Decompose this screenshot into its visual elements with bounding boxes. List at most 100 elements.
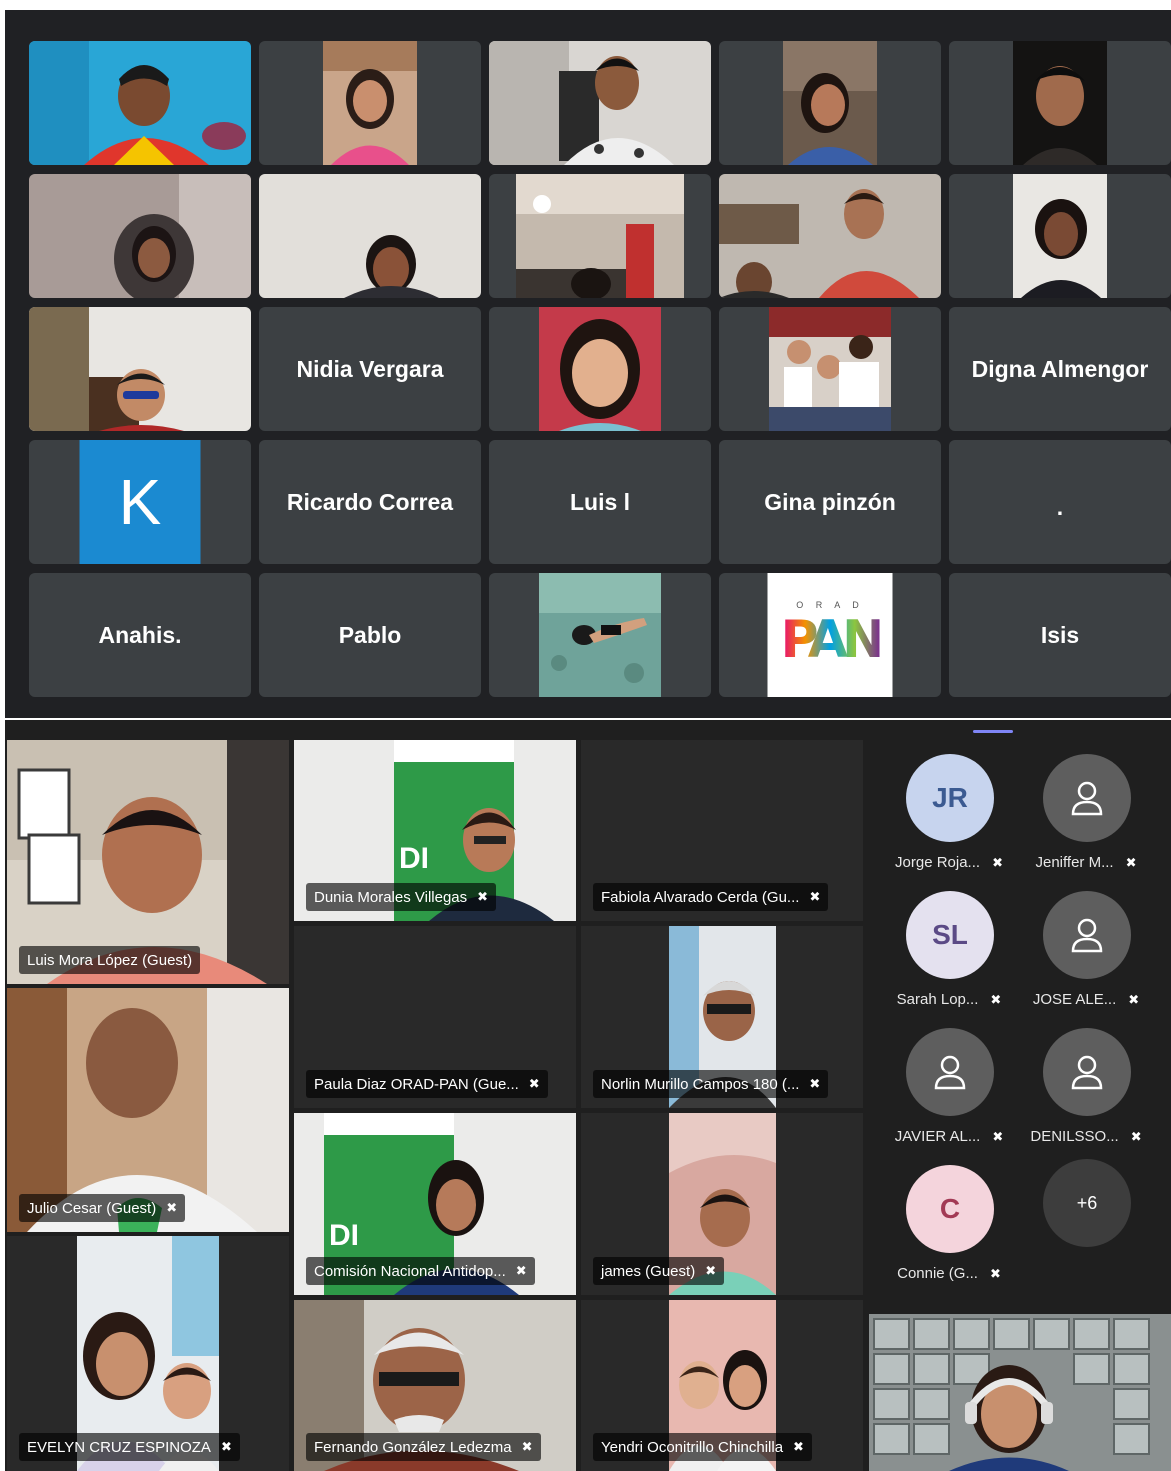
person-name: Jorge Roja... xyxy=(895,854,981,871)
svg-text:DI: DI xyxy=(329,1219,359,1252)
person-jeniffer-m[interactable]: Jeniffer M... ✖ xyxy=(1021,742,1151,872)
participant-label: Yendri Oconitrillo Chinchilla ✖ xyxy=(593,1433,812,1461)
participant-label: Norlin Murillo Campos 180 (... ✖ xyxy=(593,1070,829,1098)
panel-resize-handle[interactable] xyxy=(973,730,1013,733)
participant-name: Fernando González Ledezma xyxy=(314,1438,512,1456)
person-icon xyxy=(1071,918,1103,953)
participant-avatar-letter: K xyxy=(79,440,201,564)
video-tile-james[interactable]: james (Guest) ✖ xyxy=(581,1113,863,1295)
video-tile-yendri-oconitrillo[interactable]: Yendri Oconitrillo Chinchilla ✖ xyxy=(581,1300,863,1471)
mic-muted-icon: ✖ xyxy=(793,1439,804,1454)
participant-video xyxy=(259,174,481,298)
participant-tile-dot[interactable]: . xyxy=(949,440,1171,564)
self-view-video[interactable] xyxy=(869,1314,1171,1471)
participant-tile[interactable] xyxy=(949,41,1171,165)
mic-muted-icon: ✖ xyxy=(515,1263,527,1278)
mic-muted-icon: ✖ xyxy=(220,1439,232,1454)
person-name: Sarah Lop... xyxy=(896,991,979,1008)
participant-tile-pablo[interactable]: Pablo xyxy=(259,573,481,697)
more-participants-button[interactable]: +6 xyxy=(1021,1147,1151,1277)
person-name-row: Connie (G... ✖ xyxy=(884,1265,1014,1282)
mic-muted-icon: ✖ xyxy=(477,889,489,904)
participant-tile-orad-pan[interactable]: O R A D PAN xyxy=(719,573,941,697)
video-tile-evelyn-cruz[interactable]: EVELYN CRUZ ESPINOZA ✖ xyxy=(7,1236,289,1471)
participant-tile[interactable] xyxy=(719,41,941,165)
person-name: Jeniffer M... xyxy=(1035,854,1114,871)
video-tile-fernando-gonzalez[interactable]: Fernando González Ledezma ✖ xyxy=(294,1300,576,1471)
participant-video xyxy=(1013,41,1107,165)
person-name: JOSE ALE... xyxy=(1032,991,1117,1008)
participant-video xyxy=(783,41,877,165)
participant-tile[interactable] xyxy=(29,174,251,298)
svg-text:DI: DI xyxy=(399,842,429,875)
participant-avatar-photo xyxy=(539,573,661,697)
participant-tile-nidia-vergara[interactable]: Nidia Vergara xyxy=(259,307,481,431)
person-name: Connie (G... xyxy=(897,1265,978,1282)
person-avatar: SL xyxy=(906,891,994,979)
mic-muted-icon: ✖ xyxy=(166,1200,178,1215)
participant-tile-ricardo-correa[interactable]: Ricardo Correa xyxy=(259,440,481,564)
participant-label: Julio Cesar (Guest) ✖ xyxy=(19,1194,186,1222)
teams-meeting-panel: Luis Mora López (Guest) Julio Cesar (Gue… xyxy=(5,720,1171,1471)
participant-name: Ricardo Correa xyxy=(286,488,454,515)
participant-video xyxy=(489,41,711,165)
person-name-row: JOSE ALE... ✖ xyxy=(1021,991,1151,1008)
participant-tile[interactable] xyxy=(719,174,941,298)
participant-name: Yendri Oconitrillo Chinchilla xyxy=(601,1438,784,1456)
video-tile-paula-diaz[interactable]: Paula Diaz ORAD-PAN (Gue... ✖ xyxy=(294,926,576,1108)
participant-tile[interactable] xyxy=(259,41,481,165)
participant-name: Comisión Nacional Antidop... xyxy=(314,1262,506,1280)
participant-avatar-photo xyxy=(539,307,661,431)
participant-tile[interactable] xyxy=(489,174,711,298)
participant-tile-anahis[interactable]: Anahis. xyxy=(29,573,251,697)
orad-pan-logo: O R A D PAN xyxy=(767,573,893,697)
logo-top-text: O R A D xyxy=(796,600,864,610)
video-tile-luis-mora[interactable]: Luis Mora López (Guest) xyxy=(7,740,289,984)
participant-tile-gina-pinzon[interactable]: Gina pinzón xyxy=(719,440,941,564)
participant-video xyxy=(516,174,684,298)
participant-tile-k[interactable]: K xyxy=(29,440,251,564)
video-tile-dunia-morales[interactable]: DI Dunia Morales Villegas ✖ xyxy=(294,740,576,921)
participant-tile[interactable] xyxy=(489,573,711,697)
participant-label: EVELYN CRUZ ESPINOZA ✖ xyxy=(19,1433,240,1461)
person-name-row: Jorge Roja... ✖ xyxy=(884,854,1014,871)
person-connie[interactable]: C Connie (G... ✖ xyxy=(884,1153,1014,1283)
participant-name: Paula Diaz ORAD-PAN (Gue... xyxy=(314,1075,519,1093)
participant-video xyxy=(29,41,251,165)
meet-participant-grid: Nidia Vergara Digna Almengor K Ricardo C… xyxy=(5,10,1171,718)
participant-tile[interactable] xyxy=(489,41,711,165)
person-javier-al[interactable]: JAVIER AL... ✖ xyxy=(884,1016,1014,1146)
participant-name: Julio Cesar (Guest) xyxy=(27,1199,157,1217)
participant-name: Norlin Murillo Campos 180 (... xyxy=(601,1075,800,1093)
person-sarah-lop[interactable]: SL Sarah Lop... ✖ xyxy=(884,879,1014,1009)
participant-label: Paula Diaz ORAD-PAN (Gue... ✖ xyxy=(306,1070,548,1098)
person-denilsso[interactable]: DENILSSO... ✖ xyxy=(1021,1016,1151,1146)
mic-muted-icon: ✖ xyxy=(989,1265,1001,1281)
participant-tile[interactable] xyxy=(489,307,711,431)
mic-muted-icon: ✖ xyxy=(992,854,1003,870)
video-tile-comision-nacional[interactable]: DI Comisión Nacional Antidop... ✖ xyxy=(294,1113,576,1295)
person-name: DENILSSO... xyxy=(1030,1128,1119,1145)
video-tile-fabiola-alvarado[interactable]: Fabiola Alvarado Cerda (Gu... ✖ xyxy=(581,740,863,921)
mic-muted-icon: ✖ xyxy=(528,1076,540,1091)
person-avatar xyxy=(1043,754,1131,842)
participant-label: Fabiola Alvarado Cerda (Gu... ✖ xyxy=(593,883,829,911)
video-tile-norlin-murillo[interactable]: Norlin Murillo Campos 180 (... ✖ xyxy=(581,926,863,1108)
person-jorge-roja[interactable]: JR Jorge Roja... ✖ xyxy=(884,742,1014,872)
participant-name: Dunia Morales Villegas xyxy=(314,888,468,906)
video-tile-julio-cesar[interactable]: Julio Cesar (Guest) ✖ xyxy=(7,988,289,1232)
participant-tile[interactable] xyxy=(29,41,251,165)
participant-tile[interactable] xyxy=(719,307,941,431)
participant-tile-digna-almengor[interactable]: Digna Almengor xyxy=(949,307,1171,431)
person-name-row: JAVIER AL... ✖ xyxy=(884,1128,1014,1145)
mic-muted-icon: ✖ xyxy=(1130,1128,1142,1144)
participant-tile-luis-l[interactable]: Luis l xyxy=(489,440,711,564)
person-name-row: Sarah Lop... ✖ xyxy=(884,991,1014,1008)
participant-tile[interactable] xyxy=(259,174,481,298)
participant-tile-isis[interactable]: Isis xyxy=(949,573,1171,697)
person-icon xyxy=(934,1055,966,1090)
person-jose-ale[interactable]: JOSE ALE... ✖ xyxy=(1021,879,1151,1009)
participant-tile[interactable] xyxy=(949,174,1171,298)
participant-tile[interactable] xyxy=(29,307,251,431)
participant-name: Anahis. xyxy=(98,621,182,648)
